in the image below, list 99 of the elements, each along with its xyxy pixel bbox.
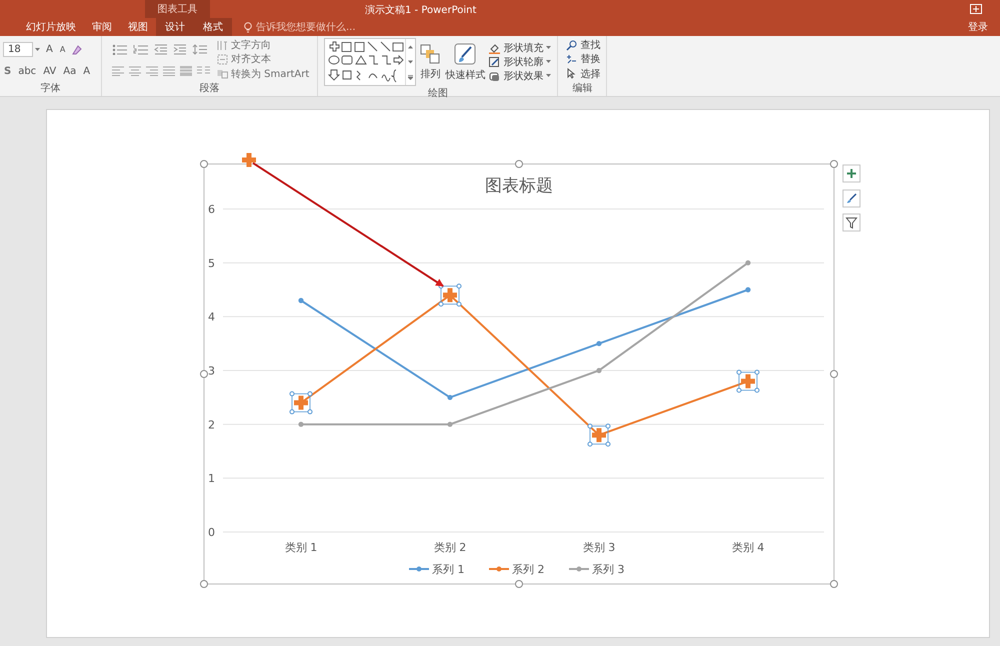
axis-tick-label: 1 xyxy=(208,472,215,486)
numbering-icon[interactable] xyxy=(133,44,149,54)
resize-handle[interactable] xyxy=(200,370,208,378)
tell-me-field[interactable]: 告诉我您想要做什么... xyxy=(244,22,386,32)
clear-format-icon[interactable] xyxy=(71,44,84,56)
distribute-icon[interactable] xyxy=(180,66,192,76)
axis-tick-label: 4 xyxy=(208,310,215,324)
window-title: 演示文稿1 - PowerPoint xyxy=(365,4,476,17)
resize-handle[interactable] xyxy=(515,160,523,168)
arrange-button[interactable]: 排列 xyxy=(419,44,442,80)
pen-outline-icon xyxy=(489,56,500,68)
resize-handle[interactable] xyxy=(200,580,208,588)
scroll-up-icon[interactable] xyxy=(408,44,414,48)
context-tab-group-label: 图表工具 xyxy=(158,2,198,16)
legend-key xyxy=(489,566,509,572)
brush-icon xyxy=(454,42,476,64)
font-size-button[interactable]: A xyxy=(58,45,66,54)
search-icon xyxy=(566,40,578,51)
text-direction-icon xyxy=(217,40,228,51)
axis-tick-label: 3 xyxy=(208,364,215,378)
selected-marker[interactable] xyxy=(290,391,312,414)
shape-gallery[interactable] xyxy=(324,38,416,86)
caret-icon xyxy=(546,60,552,64)
resize-handle[interactable] xyxy=(830,160,838,168)
font-style-button[interactable]: abc xyxy=(17,66,38,77)
align-text-icon[interactable] xyxy=(146,66,158,76)
axis-category-label: 类别 4 xyxy=(732,541,764,554)
align-text-icon[interactable] xyxy=(129,66,141,76)
legend-label: 系列 1 xyxy=(432,563,464,576)
editing-command[interactable]: 选择 xyxy=(566,66,600,81)
font-style-button[interactable]: Aa xyxy=(62,66,78,77)
quick-styles-button[interactable]: 快速样式 xyxy=(444,42,486,82)
resize-handle[interactable] xyxy=(515,580,523,588)
axis-tick-label: 2 xyxy=(208,418,215,432)
columns-icon[interactable] xyxy=(197,66,211,76)
smartart-icon xyxy=(217,68,228,80)
legend-key xyxy=(409,566,429,572)
more-icon[interactable] xyxy=(408,74,414,80)
replace-icon xyxy=(566,54,578,65)
group-label: 编辑 xyxy=(572,83,592,96)
group-label: 绘图 xyxy=(428,88,448,100)
scroll-down-icon[interactable] xyxy=(408,60,414,64)
ribbon-tab[interactable]: 幻灯片放映 xyxy=(18,18,84,36)
font-size-field[interactable]: 18 xyxy=(3,42,33,58)
chart-filters-button[interactable] xyxy=(842,214,860,232)
font-style-button[interactable]: A xyxy=(82,66,92,77)
chart-elements-button[interactable] xyxy=(842,164,860,182)
increase-indent-icon[interactable] xyxy=(173,44,187,54)
cursor-icon xyxy=(566,68,578,80)
font-style-button[interactable]: S xyxy=(3,66,12,77)
ribbon-tab[interactable]: 审阅 xyxy=(84,18,120,36)
axis-tick-label: 6 xyxy=(208,203,215,216)
chart-styles-button[interactable] xyxy=(842,190,860,208)
align-text-icon[interactable] xyxy=(163,66,175,76)
axis-category-label: 类别 1 xyxy=(284,541,318,554)
ribbon-tab[interactable]: 格式 xyxy=(194,18,232,36)
legend-key xyxy=(569,566,589,572)
bullets-icon[interactable] xyxy=(112,44,128,54)
shape-effects-icon xyxy=(489,70,500,82)
axis-category-label: 类别 3 xyxy=(582,541,616,554)
legend-label: 系列 2 xyxy=(512,563,544,576)
selected-marker[interactable] xyxy=(438,284,462,307)
line-spacing-icon[interactable] xyxy=(192,44,208,54)
editing-command[interactable]: 替换 xyxy=(566,52,600,66)
paragraph-command[interactable]: 对齐文本 xyxy=(217,52,310,66)
chart-title: 图表标题 xyxy=(485,176,553,196)
shape-format-command[interactable]: 形状填充 xyxy=(489,41,552,55)
caret-icon xyxy=(546,46,552,50)
group-label: 字体 xyxy=(40,83,60,96)
sign-in-link[interactable]: 登录 xyxy=(966,20,990,34)
shape-format-command[interactable]: 形状效果 xyxy=(489,69,552,83)
align-text-icon[interactable] xyxy=(112,66,124,76)
font-size-button[interactable]: A xyxy=(45,44,54,56)
arrange-icon xyxy=(420,44,440,64)
paragraph-command[interactable]: 文字方向 xyxy=(217,38,310,52)
selected-marker[interactable] xyxy=(736,370,760,393)
axis-tick-label: 5 xyxy=(208,256,215,270)
group-label: 段落 xyxy=(200,83,220,96)
ribbon-tab[interactable]: 视图 xyxy=(120,18,156,36)
resize-handle[interactable] xyxy=(830,580,838,588)
shape-format-command[interactable]: 形状轮廓 xyxy=(489,55,552,69)
ribbon-display-icon[interactable] xyxy=(970,4,982,14)
axis-tick-label: 0 xyxy=(208,526,215,539)
caret-icon xyxy=(546,74,552,78)
paragraph-command[interactable]: 转换为 SmartArt xyxy=(217,66,310,81)
caret-icon[interactable] xyxy=(35,48,40,52)
selected-marker[interactable] xyxy=(588,424,610,447)
align-text-box-icon xyxy=(217,54,228,65)
axis-category-label: 类别 2 xyxy=(434,541,466,554)
lightbulb-icon xyxy=(244,22,252,32)
resize-handle[interactable] xyxy=(200,160,208,168)
font-style-button[interactable]: AV xyxy=(42,66,58,77)
resize-handle[interactable] xyxy=(830,370,838,378)
paint-bucket-icon xyxy=(489,42,500,54)
plus-cursor-icon xyxy=(242,153,256,167)
ribbon-tab[interactable]: 设计 xyxy=(156,18,194,36)
decrease-indent-icon[interactable] xyxy=(154,44,168,54)
editing-command[interactable]: 查找 xyxy=(566,38,600,52)
legend-label: 系列 3 xyxy=(592,563,624,576)
